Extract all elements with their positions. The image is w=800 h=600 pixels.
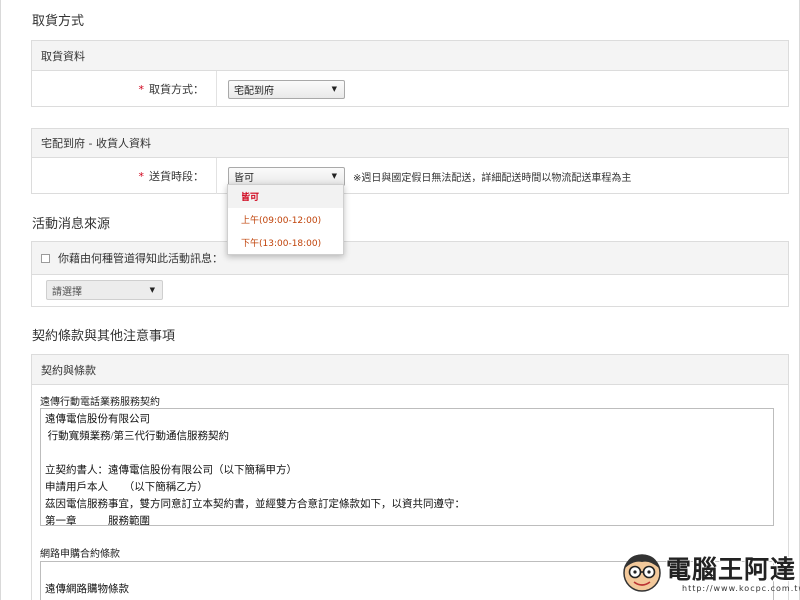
delivery-panel: 宅配到府 - 收貨人資料 * 送貨時段： 皆可 ▼ ※週日與國定假日無法配送，詳… bbox=[31, 128, 789, 194]
terms-panel-head: 契約與條款 bbox=[32, 355, 788, 385]
pickup-method-select[interactable]: 宅配到府 ▼ bbox=[228, 79, 345, 99]
delivery-panel-head: 宅配到府 - 收貨人資料 bbox=[32, 129, 788, 158]
contract-text-line: 申請用戶本人 （以下簡稱乙方） bbox=[45, 482, 208, 493]
chevron-down-icon: ▼ bbox=[331, 172, 337, 180]
delivery-time-option[interactable]: 上午(09:00-12:00) bbox=[228, 208, 343, 231]
activity-section-title: 活動消息來源 bbox=[32, 217, 111, 232]
required-marker: * bbox=[138, 169, 145, 183]
contract1-title: 遠傳行動電話業務服務契約 bbox=[40, 397, 160, 408]
pickup-method-value-cell: 宅配到府 ▼ bbox=[217, 71, 788, 107]
delivery-time-select[interactable]: 皆可 ▼ bbox=[228, 166, 345, 186]
pickup-panel: 取貨資料 * 取貨方式： 宅配到府 ▼ bbox=[31, 40, 789, 107]
contract-text-line: 行動寬頻業務/第三代行動通信服務契約 bbox=[45, 431, 230, 442]
contract-text-line: 第一章 服務範圍 bbox=[45, 516, 150, 526]
pickup-method-label: * 取貨方式： bbox=[32, 71, 217, 107]
pickup-section-title: 取貨方式 bbox=[32, 14, 85, 29]
activity-source-select[interactable]: 請選擇 ▼ bbox=[46, 280, 163, 300]
required-marker: * bbox=[138, 82, 145, 96]
contract-text-line bbox=[45, 445, 769, 462]
contract-text-line: 茲因電信服務事宜，雙方同意訂立本契約書，並經雙方合意訂定條款如下，以資共同遵守： bbox=[45, 499, 465, 510]
activity-question-text: 你藉由何種管道得知此活動訊息： bbox=[58, 252, 223, 265]
delivery-time-label: * 送貨時段： bbox=[32, 158, 217, 194]
activity-source-placeholder: 請選擇 bbox=[52, 286, 82, 298]
pickup-panel-head: 取貨資料 bbox=[32, 41, 788, 71]
delivery-time-row: * 送貨時段： 皆可 ▼ ※週日與國定假日無法配送，詳細配送時間以物流配送車程為… bbox=[32, 158, 788, 194]
watermark-url: http://www.kocpc.com.tw bbox=[682, 584, 800, 593]
pickup-method-label-text: 取貨方式： bbox=[149, 83, 204, 96]
delivery-time-label-text: 送貨時段： bbox=[149, 170, 204, 183]
activity-question-head: 你藉由何種管道得知此活動訊息： bbox=[32, 242, 788, 275]
delivery-time-option[interactable]: 下午(13:00-18:00) bbox=[228, 231, 343, 254]
pickup-method-selected: 宅配到府 bbox=[234, 85, 274, 97]
mascot-face-icon bbox=[623, 554, 661, 592]
terms-section-title: 契約條款與其他注意事項 bbox=[32, 329, 176, 344]
contract-text-line: 立契約書人：遠傳電信股份有限公司（以下簡稱甲方） bbox=[45, 465, 297, 476]
watermark-text: 電腦王阿達 bbox=[666, 555, 797, 584]
activity-panel: 你藉由何種管道得知此活動訊息： 請選擇 ▼ bbox=[31, 241, 789, 307]
delivery-time-dropdown: 皆可 上午(09:00-12:00) 下午(13:00-18:00) bbox=[227, 184, 344, 255]
activity-checkbox[interactable] bbox=[41, 253, 50, 263]
contract1-textbox[interactable]: 遠傳電信股份有限公司 行動寬頻業務/第三代行動通信服務契約立契約書人：遠傳電信股… bbox=[40, 408, 774, 526]
delivery-note: ※週日與國定假日無法配送，詳細配送時間以物流配送車程為主 bbox=[353, 172, 632, 184]
activity-select-cell: 請選擇 ▼ bbox=[32, 275, 788, 300]
contract2-title: 網路申購合約條款 bbox=[40, 549, 120, 560]
pickup-method-row: * 取貨方式： 宅配到府 ▼ bbox=[32, 71, 788, 107]
watermark: 電腦王阿達 http://www.kocpc.com.tw bbox=[620, 548, 800, 598]
contract-text-line: 遠傳電信股份有限公司 bbox=[45, 414, 150, 425]
chevron-down-icon: ▼ bbox=[149, 286, 155, 294]
chevron-down-icon: ▼ bbox=[331, 85, 337, 93]
delivery-time-option[interactable]: 皆可 bbox=[228, 185, 343, 208]
delivery-time-selected: 皆可 bbox=[234, 172, 254, 184]
